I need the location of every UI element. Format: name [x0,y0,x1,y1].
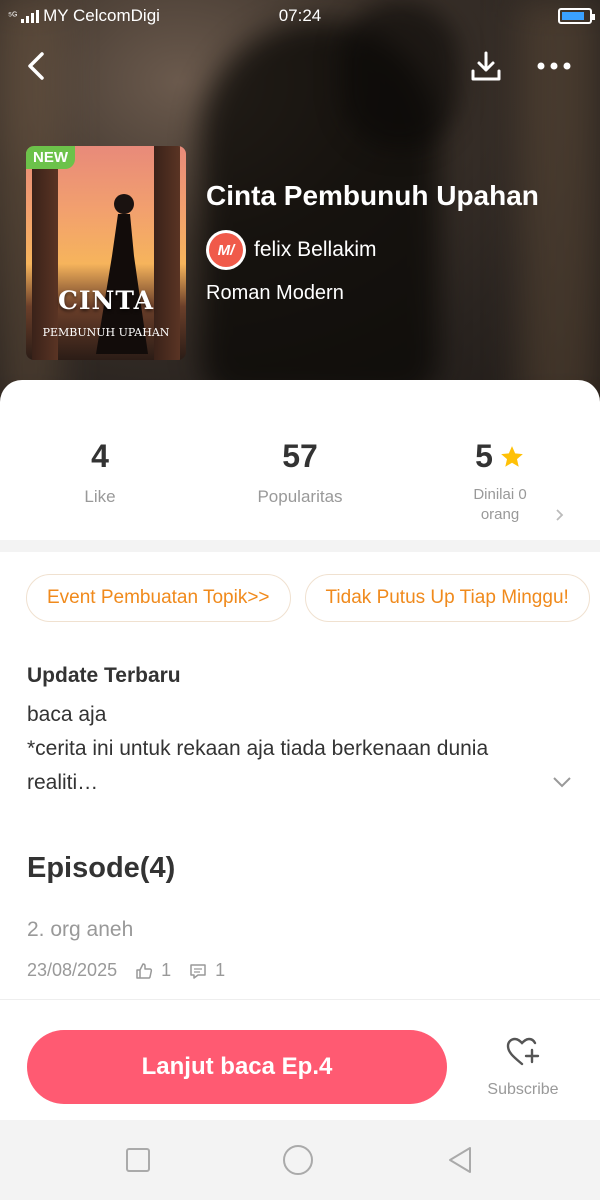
subscribe-button[interactable]: Subscribe [478,1036,568,1099]
battery-icon [558,8,595,24]
home-button[interactable] [282,1144,314,1176]
back-nav-button[interactable] [444,1144,476,1176]
likes-value: 4 [91,438,109,474]
popularity-label: Popularitas [257,487,343,506]
square-icon [126,1148,150,1172]
genre-label[interactable]: Roman Modern [206,282,344,305]
cover-title: CINTA [57,286,155,315]
content-section: Event Pembuatan Topik>> Tidak Putus Up T… [0,552,600,1012]
update-title: Update Terbaru [27,664,181,687]
subscribe-label: Subscribe [487,1081,559,1098]
download-icon [471,51,501,81]
rating-label-line1: Dinilai 0 [473,486,527,503]
recents-button[interactable] [122,1144,154,1176]
star-icon [501,445,523,467]
likes-stat: 4 Like [0,438,200,507]
book-title: Cinta Pembunuh Upahan [206,180,539,211]
update-line: realiti… [27,771,99,794]
update-line: baca aja [27,703,107,726]
author-logo-text: M/ [209,233,243,267]
popularity-stat: 57 Popularitas [200,438,400,507]
status-time: 07:24 [278,6,322,25]
cover-subtitle: PEMBUNUH UPAHAN [42,326,170,339]
chevron-right-icon [556,509,564,521]
status-bar: ⁵ᴳ MY CelcomDigi 07:24 [0,0,600,32]
divider [0,999,600,1000]
author-name: felix Bellakim [254,238,377,261]
stats-card: 4 Like 57 Popularitas 5 Dinilai 0 orang [0,380,600,540]
rating-label-line2: orang [480,506,520,523]
tag-chip[interactable]: Tidak Putus Up Tiap Minggu! [304,574,590,622]
popularity-value: 57 [282,438,318,474]
episode-meta: 23/08/2025 1 1 [27,960,225,981]
continue-reading-button[interactable]: Lanjut baca Ep.4 [27,1030,447,1104]
bottom-action-bar: Lanjut baca Ep.4 Subscribe [0,1012,600,1120]
episode-name[interactable]: 2. org aneh [27,918,133,942]
circle-icon [283,1145,313,1175]
episode-comments: 1 [215,960,226,980]
system-nav-bar [0,1120,600,1200]
chevron-left-icon [28,52,44,80]
episode-title[interactable]: Episode(4) [27,852,175,885]
rating-stat[interactable]: 5 Dinilai 0 orang [400,438,600,525]
episode-date: 23/08/2025 [27,960,118,980]
rating-value: 5 [475,438,493,474]
book-header: ⁵ᴳ MY CelcomDigi 07:24 CINTA PEMBUNUH UP… [0,0,600,410]
thumbs-up-icon [136,962,153,979]
tag-row: Event Pembuatan Topik>> Tidak Putus Up T… [26,574,590,622]
more-horizontal-icon [537,62,571,70]
book-cover[interactable]: CINTA PEMBUNUH UPAHAN [26,146,186,360]
author-row[interactable]: M/ felix Bellakim [206,230,377,270]
new-badge: NEW [26,146,75,169]
triangle-back-icon [449,1147,471,1173]
heart-plus-icon [506,1037,540,1066]
more-button[interactable] [534,46,574,86]
back-button[interactable] [16,46,56,86]
likes-label: Like [84,487,116,506]
tag-chip[interactable]: Event Pembuatan Topik>> [26,574,291,622]
update-line: *cerita ini untuk rekaan aja tiada berke… [27,737,489,760]
author-avatar: M/ [206,230,246,270]
chevron-down-icon[interactable] [552,776,572,788]
update-text[interactable]: baca aja *cerita ini untuk rekaan aja ti… [27,698,567,800]
download-button[interactable] [466,46,506,86]
comment-icon [190,963,206,979]
episode-likes: 1 [161,960,172,980]
